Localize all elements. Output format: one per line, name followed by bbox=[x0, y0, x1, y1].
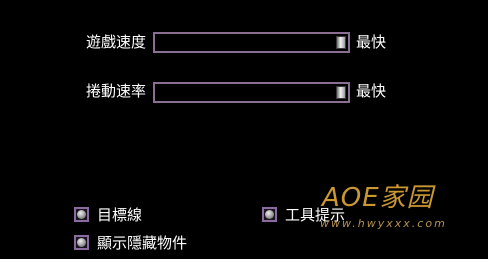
radio-dot-icon bbox=[77, 210, 86, 219]
target-line-label[interactable]: 目標線 bbox=[97, 206, 142, 224]
radio-dot-icon bbox=[265, 210, 274, 219]
watermark-logo: AOE家园 bbox=[322, 183, 434, 213]
show-hidden-label[interactable]: 顯示隱藏物件 bbox=[97, 234, 187, 252]
scroll-speed-value: 最快 bbox=[356, 82, 387, 100]
radio-dot-icon bbox=[77, 238, 86, 247]
scroll-speed-slider[interactable] bbox=[153, 82, 350, 103]
game-speed-value: 最快 bbox=[356, 33, 387, 51]
watermark-url: www.hwyxxx.com bbox=[320, 217, 447, 230]
game-speed-slider[interactable] bbox=[153, 32, 350, 53]
game-speed-slider-handle[interactable] bbox=[336, 36, 346, 49]
tooltips-radio[interactable] bbox=[262, 207, 277, 222]
game-speed-label: 遊戲速度 bbox=[86, 33, 147, 51]
target-line-radio[interactable] bbox=[74, 207, 89, 222]
show-hidden-radio[interactable] bbox=[74, 235, 89, 250]
scroll-speed-slider-handle[interactable] bbox=[336, 86, 346, 99]
scroll-speed-label: 捲動速率 bbox=[86, 82, 147, 100]
